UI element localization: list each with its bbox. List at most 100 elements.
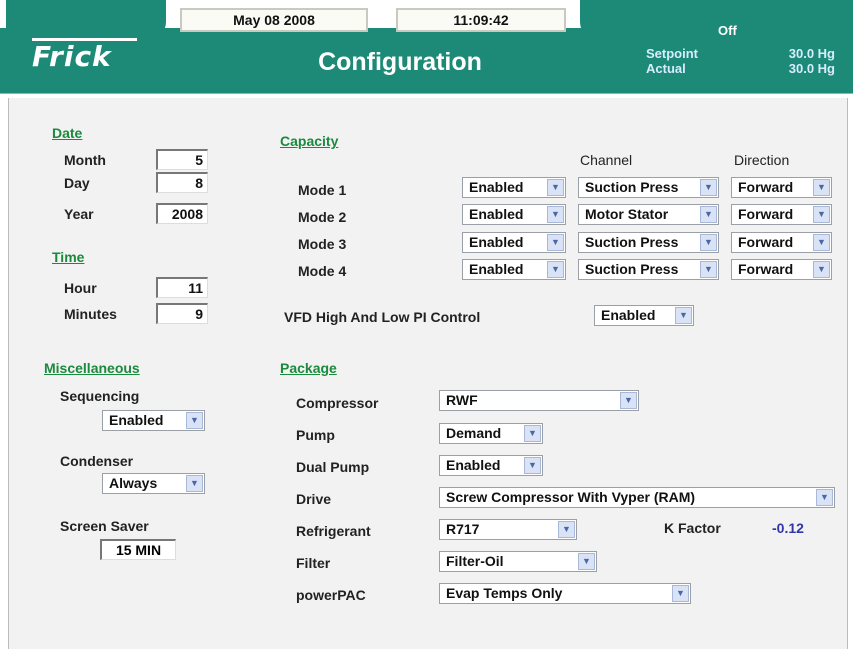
time-heading: Time — [52, 249, 85, 265]
chevron-down-icon[interactable]: ▼ — [620, 392, 637, 409]
chevron-down-icon[interactable]: ▼ — [813, 206, 830, 223]
mode3-direction-select[interactable]: Forward ▼ — [731, 232, 832, 253]
actual-value: 30.0 Hg — [788, 61, 835, 76]
condenser-label: Condenser — [60, 453, 134, 469]
mode2-direction-value: Forward — [738, 206, 794, 222]
vfd-select[interactable]: Enabled ▼ — [594, 305, 694, 326]
chevron-down-icon[interactable]: ▼ — [700, 206, 717, 223]
mode2-direction-select[interactable]: Forward ▼ — [731, 204, 832, 225]
year-label: Year — [64, 206, 94, 222]
compressor-value: RWF — [446, 392, 478, 408]
chevron-down-icon[interactable]: ▼ — [813, 179, 830, 196]
kfactor-value: -0.12 — [772, 520, 804, 536]
date-display: May 08 2008 — [180, 8, 368, 32]
mode2-enable-value: Enabled — [469, 206, 524, 222]
chevron-down-icon[interactable]: ▼ — [700, 234, 717, 251]
status-text: Off — [718, 23, 737, 38]
compressor-label: Compressor — [296, 395, 379, 411]
vfd-value: Enabled — [601, 307, 656, 323]
mode4-direction-value: Forward — [738, 261, 794, 277]
chevron-down-icon[interactable]: ▼ — [524, 425, 541, 442]
chevron-down-icon[interactable]: ▼ — [558, 521, 575, 538]
actual-label: Actual — [646, 61, 686, 76]
mode-label: Mode 4 — [298, 263, 347, 279]
mode3-channel-select[interactable]: Suction Press ▼ — [578, 232, 719, 253]
day-field[interactable]: 8 — [156, 172, 208, 193]
mode3-enable-select[interactable]: Enabled ▼ — [462, 232, 566, 253]
hour-field[interactable]: 11 — [156, 277, 208, 298]
setpoint-label: Setpoint — [646, 46, 698, 61]
setpoint-value: 30.0 Hg — [788, 46, 835, 61]
condenser-select[interactable]: Always ▼ — [102, 473, 205, 494]
chevron-down-icon[interactable]: ▼ — [813, 261, 830, 278]
chevron-down-icon[interactable]: ▼ — [813, 234, 830, 251]
mode1-channel-select[interactable]: Suction Press ▼ — [578, 177, 719, 198]
refrigerant-label: Refrigerant — [296, 523, 371, 539]
mode3-channel-value: Suction Press — [585, 234, 679, 250]
sequencing-label: Sequencing — [60, 388, 140, 404]
day-label: Day — [64, 175, 90, 191]
chevron-down-icon[interactable]: ▼ — [672, 585, 689, 602]
chevron-down-icon[interactable]: ▼ — [186, 475, 203, 492]
mode1-direction-value: Forward — [738, 179, 794, 195]
package-heading: Package — [280, 360, 337, 376]
mode4-channel-value: Suction Press — [585, 261, 679, 277]
chevron-down-icon[interactable]: ▼ — [675, 307, 692, 324]
refrigerant-select[interactable]: R717 ▼ — [439, 519, 577, 540]
drive-select[interactable]: Screw Compressor With Vyper (RAM) ▼ — [439, 487, 835, 508]
filter-value: Filter-Oil — [446, 553, 504, 569]
kfactor-label: K Factor — [664, 520, 721, 536]
mode1-direction-select[interactable]: Forward ▼ — [731, 177, 832, 198]
chevron-down-icon[interactable]: ▼ — [816, 489, 833, 506]
date-heading: Date — [52, 125, 83, 141]
mode-label: Mode 3 — [298, 236, 347, 252]
hour-label: Hour — [64, 280, 97, 296]
powerpac-value: Evap Temps Only — [446, 585, 563, 601]
mode-label: Mode 1 — [298, 182, 347, 198]
pump-select[interactable]: Demand ▼ — [439, 423, 543, 444]
mode-label: Mode 2 — [298, 209, 347, 225]
year-field[interactable]: 2008 — [156, 203, 208, 224]
drive-value: Screw Compressor With Vyper (RAM) — [446, 489, 696, 505]
compressor-select[interactable]: RWF ▼ — [439, 390, 639, 411]
chevron-down-icon[interactable]: ▼ — [524, 457, 541, 474]
mode4-enable-select[interactable]: Enabled ▼ — [462, 259, 566, 280]
dual-pump-value: Enabled — [446, 457, 501, 473]
chevron-down-icon[interactable]: ▼ — [578, 553, 595, 570]
filter-select[interactable]: Filter-Oil ▼ — [439, 551, 597, 572]
mode2-channel-value: Motor Stator — [585, 206, 669, 222]
month-label: Month — [64, 152, 106, 168]
month-field[interactable]: 5 — [156, 149, 208, 170]
chevron-down-icon[interactable]: ▼ — [186, 412, 203, 429]
mode3-direction-value: Forward — [738, 234, 794, 250]
mode2-enable-select[interactable]: Enabled ▼ — [462, 204, 566, 225]
mode1-channel-value: Suction Press — [585, 179, 679, 195]
minutes-field[interactable]: 9 — [156, 303, 208, 324]
mode4-channel-select[interactable]: Suction Press ▼ — [578, 259, 719, 280]
powerpac-select[interactable]: Evap Temps Only ▼ — [439, 583, 691, 604]
dual-pump-label: Dual Pump — [296, 459, 370, 475]
mode2-channel-select[interactable]: Motor Stator ▼ — [578, 204, 719, 225]
dual-pump-select[interactable]: Enabled ▼ — [439, 455, 543, 476]
mode4-enable-value: Enabled — [469, 261, 524, 277]
channel-header: Channel — [580, 152, 633, 168]
misc-heading: Miscellaneous — [44, 360, 140, 376]
condenser-value: Always — [109, 475, 158, 491]
chevron-down-icon[interactable]: ▼ — [547, 261, 564, 278]
direction-header: Direction — [734, 152, 790, 168]
chevron-down-icon[interactable]: ▼ — [547, 179, 564, 196]
screensaver-field[interactable]: 15 MIN — [100, 539, 176, 560]
drive-label: Drive — [296, 491, 332, 507]
sequencing-value: Enabled — [109, 412, 164, 428]
minutes-label: Minutes — [64, 306, 117, 322]
mode4-direction-select[interactable]: Forward ▼ — [731, 259, 832, 280]
screensaver-label: Screen Saver — [60, 518, 149, 534]
powerpac-label: powerPAC — [296, 587, 366, 603]
chevron-down-icon[interactable]: ▼ — [547, 206, 564, 223]
mode3-enable-value: Enabled — [469, 234, 524, 250]
sequencing-select[interactable]: Enabled ▼ — [102, 410, 205, 431]
chevron-down-icon[interactable]: ▼ — [547, 234, 564, 251]
chevron-down-icon[interactable]: ▼ — [700, 261, 717, 278]
mode1-enable-select[interactable]: Enabled ▼ — [462, 177, 566, 198]
chevron-down-icon[interactable]: ▼ — [700, 179, 717, 196]
